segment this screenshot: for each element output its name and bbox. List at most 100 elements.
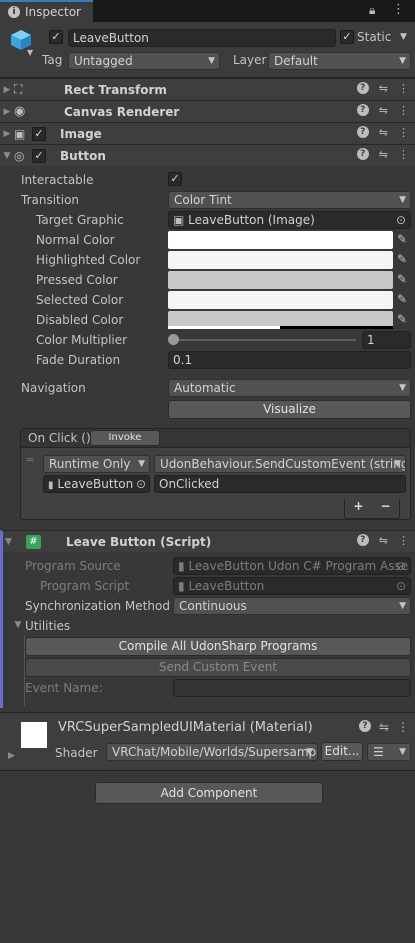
color-multiplier-slider-handle[interactable] — [168, 334, 179, 345]
static-dropdown-icon[interactable]: ▼ — [400, 32, 407, 42]
eyedropper-icon[interactable]: ✎ — [397, 292, 407, 306]
interactable-checkbox[interactable]: ✓ — [168, 172, 182, 186]
help-icon[interactable]: ? — [356, 534, 369, 546]
eyedropper-icon[interactable]: ✎ — [397, 252, 407, 266]
component-leave-button-script[interactable]: ▼ # Leave Button (Script) ? ⇋ ⋮ — [0, 530, 415, 552]
onclick-title: On Click () — [28, 431, 91, 445]
tab-inspector[interactable]: i Inspector — [0, 0, 93, 22]
event-argument-field[interactable]: OnClicked — [154, 475, 406, 493]
foldout-icon[interactable]: ▼ — [3, 537, 14, 547]
context-menu-icon[interactable]: ⋮ — [398, 148, 409, 161]
alpha-bar — [168, 326, 280, 329]
icon-dropdown-icon[interactable]: ▼ — [27, 48, 33, 57]
component-image[interactable]: ▶ ▣ ✓ Image ? ⇋ ⋮ — [0, 122, 415, 144]
context-menu-icon[interactable]: ⋮ — [398, 104, 409, 117]
preset-icon[interactable]: ⇋ — [379, 126, 388, 139]
static-checkbox[interactable]: ✓ — [340, 30, 354, 44]
info-icon: i — [8, 6, 20, 18]
foldout-icon[interactable]: ▶ — [0, 129, 14, 139]
list-buttons: + − — [344, 499, 400, 519]
shader-edit-button[interactable]: Edit... — [321, 742, 363, 761]
context-menu-icon[interactable]: ⋮ — [398, 126, 409, 139]
compile-all-button[interactable]: Compile All UdonSharp Programs — [25, 637, 411, 656]
context-menu-icon[interactable]: ⋮ — [398, 82, 409, 95]
onclick-header: On Click () Invoke — [21, 429, 410, 448]
send-custom-event-button[interactable]: Send Custom Event — [25, 658, 411, 677]
utilities-label: Utilities — [25, 619, 71, 633]
eyedropper-icon[interactable]: ✎ — [397, 312, 407, 326]
event-target-field[interactable]: ▮ LeaveButton ⊙ — [43, 475, 150, 493]
normal-color-swatch[interactable] — [168, 231, 393, 249]
object-picker-icon[interactable]: ⊙ — [136, 476, 146, 492]
add-component-button[interactable]: Add Component — [95, 782, 323, 804]
add-event-button[interactable]: + — [345, 499, 372, 518]
preset-icon[interactable]: ⇋ — [379, 534, 388, 547]
visualize-button[interactable]: Visualize — [168, 400, 411, 419]
component-button[interactable]: ▼ ◎ ✓ Button ? ⇋ ⋮ — [0, 144, 415, 166]
help-icon[interactable]: ? — [356, 148, 369, 160]
function-value: UdonBehaviour.SendCustomEvent (string — [160, 457, 406, 471]
sync-method-dropdown[interactable]: Continuous ▼ — [173, 597, 411, 615]
foldout-icon[interactable]: ▼ — [0, 151, 14, 161]
color-multiplier-slider-track[interactable] — [172, 339, 356, 341]
foldout-icon[interactable]: ▶ — [0, 85, 14, 95]
context-menu-icon[interactable]: ⋮ — [397, 720, 409, 734]
shader-dropdown[interactable]: VRChat/Mobile/Worlds/Supersamp ▼ — [106, 743, 318, 761]
disabled-color-swatch[interactable] — [168, 311, 393, 329]
utilities-foldout-icon[interactable]: ▼ — [11, 620, 25, 630]
material-foldout-icon[interactable]: ▶ — [8, 751, 15, 761]
more-options-icon[interactable]: ⋮ — [392, 2, 405, 17]
drag-handle-icon[interactable]: ═ — [27, 455, 33, 466]
transition-label: Transition — [21, 193, 80, 207]
runtime-caret-icon: ▼ — [138, 459, 145, 469]
program-script-field: ▮ LeaveButton ⊙ — [173, 577, 411, 595]
help-icon[interactable]: ? — [356, 82, 369, 94]
object-name-field[interactable]: LeaveButton — [68, 29, 336, 47]
selected-color-swatch[interactable] — [168, 291, 393, 309]
eyedropper-icon[interactable]: ✎ — [397, 232, 407, 246]
layer-label: Layer — [233, 53, 267, 67]
help-icon[interactable]: ? — [356, 104, 369, 116]
navigation-dropdown[interactable]: Automatic ▼ — [168, 379, 411, 397]
color-multiplier-field[interactable]: 1 — [362, 331, 411, 349]
highlighted-color-swatch[interactable] — [168, 251, 393, 269]
material-preview — [21, 722, 47, 748]
runtime-dropdown[interactable]: Runtime Only ▼ — [43, 455, 150, 473]
preset-icon[interactable]: ⇋ — [379, 148, 388, 161]
material-title: VRCSuperSampledUIMaterial (Material) — [58, 720, 313, 735]
help-icon[interactable]: ? — [358, 720, 371, 732]
foldout-icon[interactable]: ▶ — [0, 107, 14, 117]
function-dropdown[interactable]: UdonBehaviour.SendCustomEvent (string ▼ — [154, 455, 406, 473]
list-icon: ☰ — [373, 745, 384, 759]
eyedropper-icon[interactable]: ✎ — [397, 272, 407, 286]
function-caret-icon: ▼ — [394, 459, 401, 469]
shader-options-dropdown[interactable]: ☰ ▼ — [367, 743, 411, 761]
context-menu-icon[interactable]: ⋮ — [398, 534, 409, 547]
tab-bar: i Inspector 🔒︎ ⋮ — [0, 0, 415, 22]
pressed-color-swatch[interactable] — [168, 271, 393, 289]
lock-icon[interactable]: 🔒︎ — [369, 3, 375, 18]
help-icon[interactable]: ? — [356, 126, 369, 138]
target-graphic-field[interactable]: ▣ LeaveButton (Image) ⊙ — [168, 211, 411, 229]
image-enabled-checkbox[interactable]: ✓ — [32, 126, 46, 141]
tag-dropdown[interactable]: Untagged ▼ — [68, 52, 220, 70]
invoke-button[interactable]: Invoke — [90, 430, 160, 446]
layer-dropdown[interactable]: Default ▼ — [268, 52, 411, 70]
component-title: Button — [60, 148, 106, 163]
component-rect-transform[interactable]: ▶ ⛶ Rect Transform ? ⇋ ⋮ — [0, 78, 415, 100]
sync-method-label: Synchronization Method — [25, 599, 170, 613]
preset-icon[interactable]: ⇋ — [379, 82, 388, 95]
event-name-field[interactable] — [173, 679, 411, 697]
component-canvas-renderer[interactable]: ▶ ◉ Canvas Renderer ? ⇋ ⋮ — [0, 100, 415, 122]
preset-icon[interactable]: ⇋ — [379, 104, 388, 117]
active-checkbox[interactable]: ✓ — [49, 30, 63, 44]
preset-icon[interactable]: ⇋ — [379, 720, 389, 734]
transition-dropdown[interactable]: Color Tint ▼ — [168, 191, 411, 209]
image-icon: ▣ — [173, 213, 185, 227]
program-script-value: LeaveButton — [188, 579, 265, 593]
object-picker-icon[interactable]: ⊙ — [396, 212, 406, 228]
button-enabled-checkbox[interactable]: ✓ — [32, 148, 46, 163]
fade-duration-field[interactable]: 0.1 — [168, 351, 411, 369]
remove-event-button[interactable]: − — [372, 499, 399, 518]
event-target-value: LeaveButton — [57, 477, 134, 491]
